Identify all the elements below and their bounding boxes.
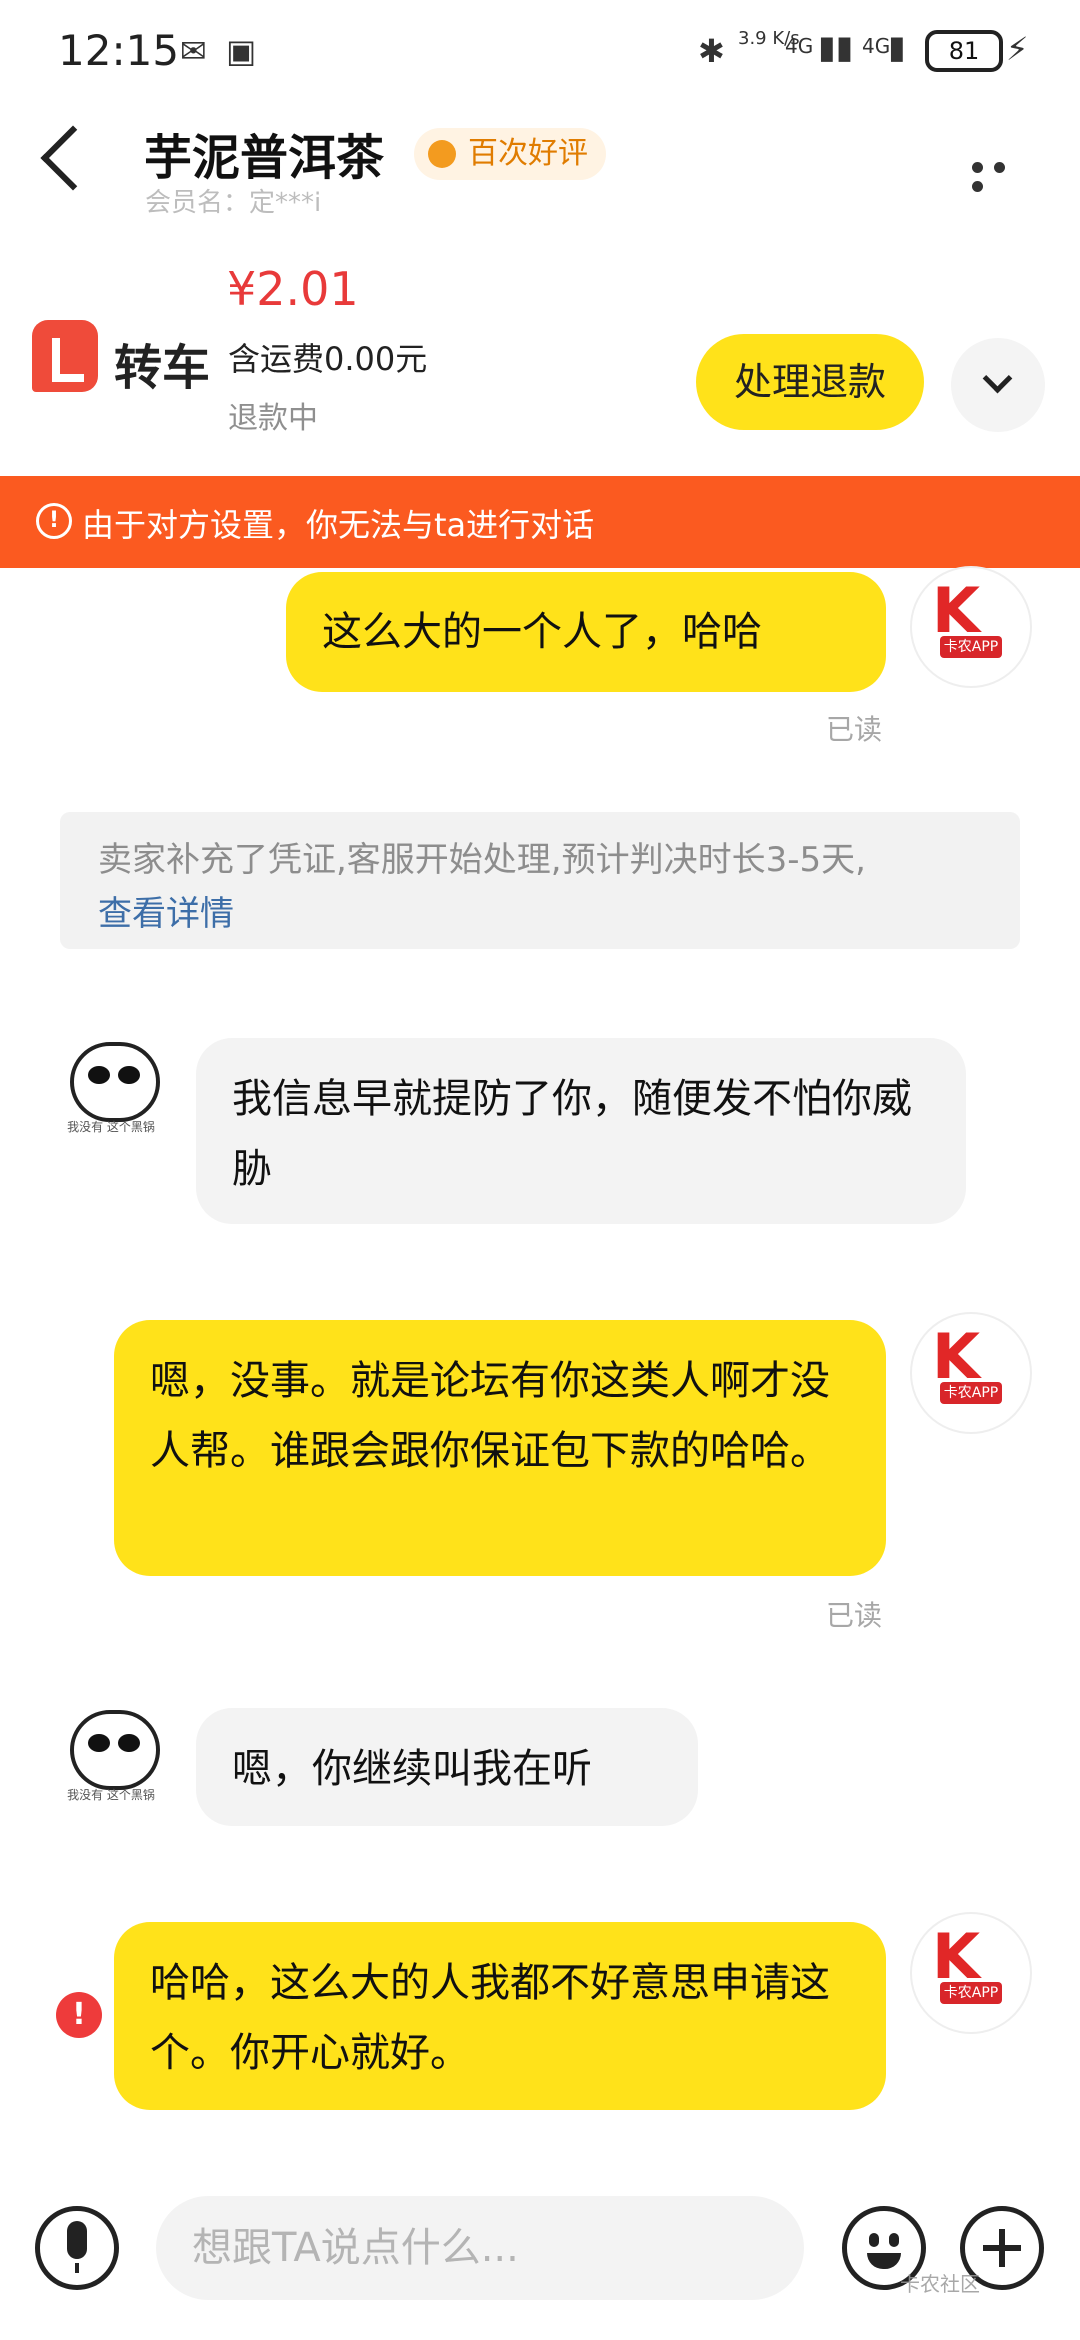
my-avatar[interactable]: K 卡农APP	[910, 566, 1032, 688]
message-bubble-sent[interactable]: 这么大的一个人了，哈哈	[286, 572, 886, 692]
avatar-label: 卡农APP	[940, 1382, 1002, 1404]
seller-avatar[interactable]: 我没有 这个黑锅	[52, 1700, 170, 1818]
avatar-caption: 我没有 这个黑锅	[67, 1788, 155, 1802]
charging-icon: ⚡	[1006, 30, 1029, 68]
voice-input-button[interactable]	[35, 2206, 119, 2290]
expand-button[interactable]	[951, 338, 1045, 432]
back-arrow-icon[interactable]	[40, 125, 106, 191]
banner-text: 由于对方设置，你无法与ta进行对话	[82, 506, 595, 544]
system-notice: 卖家补充了凭证,客服开始处理,预计判决时长3-5天, 查看详情	[60, 812, 1020, 949]
message-bubble-received[interactable]: 嗯，你继续叫我在听	[196, 1708, 698, 1826]
product-logo-text: 转车	[114, 340, 211, 396]
avatar-label: 卡农APP	[940, 636, 1002, 658]
my-avatar[interactable]: K 卡农APP	[910, 1912, 1032, 2034]
medal-icon	[428, 140, 456, 168]
bluetooth-icon: ✱	[698, 32, 725, 70]
signal-label-1: 4G	[785, 34, 814, 58]
read-receipt: 已读	[826, 713, 883, 746]
notification-icon: ✉	[180, 32, 207, 70]
chat-disabled-banner: ! 由于对方设置，你无法与ta进行对话	[0, 476, 1080, 568]
view-details-link[interactable]: 查看详情	[98, 886, 234, 935]
message-input[interactable]	[156, 2196, 804, 2300]
refund-status: 退款中	[228, 401, 318, 436]
review-badge: 百次好评	[414, 128, 606, 180]
watermark: 卡农社区	[900, 2272, 980, 2296]
emoji-eye-left	[869, 2233, 879, 2247]
chevron-down-icon	[982, 363, 1013, 394]
status-time: 12:15	[58, 26, 180, 75]
emoji-mouth	[867, 2253, 901, 2269]
send-failed-icon[interactable]: !	[56, 1992, 102, 2038]
status-bar: 12:15 ✉ ▣ ✱ 3.9 K/s 4G ▮▮ 4G ▮ 81 ⚡	[0, 0, 1080, 100]
product-logo[interactable]: 转车	[32, 320, 232, 400]
warning-icon: !	[36, 503, 72, 539]
member-name: 会员名：定***i	[145, 188, 322, 218]
signal-label-2: 4G	[862, 34, 891, 58]
microphone-icon	[67, 2221, 87, 2259]
zhuanzhuan-logo-icon	[32, 320, 98, 392]
message-bubble-received[interactable]: 我信息早就提防了你，随便发不怕你威胁	[196, 1038, 966, 1224]
signal-icon-1: ▮▮	[818, 28, 854, 66]
emoji-eye-right	[889, 2233, 899, 2247]
review-badge-label: 百次好评	[468, 136, 588, 171]
page-title: 芋泥普洱茶	[144, 130, 385, 186]
app-icon: ▣	[226, 32, 257, 70]
avatar-caption: 我没有 这个黑锅	[67, 1120, 155, 1134]
microphone-stem	[75, 2263, 79, 2273]
seller-avatar[interactable]: 我没有 这个黑锅	[52, 1032, 170, 1150]
process-refund-button[interactable]: 处理退款	[696, 334, 924, 430]
signal-icon-2: ▮	[888, 28, 906, 66]
shipping-info: 含运费0.00元	[228, 340, 428, 378]
my-avatar[interactable]: K 卡农APP	[910, 1312, 1032, 1434]
product-price: ¥2.01	[227, 262, 359, 316]
more-options-icon[interactable]	[972, 158, 1036, 192]
read-receipt: 已读	[826, 1599, 883, 1632]
battery-indicator: 81	[925, 30, 1003, 72]
notice-text: 卖家补充了凭证,客服开始处理,预计判决时长3-5天,	[98, 840, 866, 880]
avatar-label: 卡农APP	[940, 1982, 1002, 2004]
message-bubble-sent[interactable]: 哈哈，这么大的人我都不好意思申请这个。你开心就好。	[114, 1922, 886, 2110]
message-bubble-sent[interactable]: 嗯，没事。就是论坛有你这类人啊才没人帮。谁跟会跟你保证包下款的哈哈。	[114, 1320, 886, 1576]
